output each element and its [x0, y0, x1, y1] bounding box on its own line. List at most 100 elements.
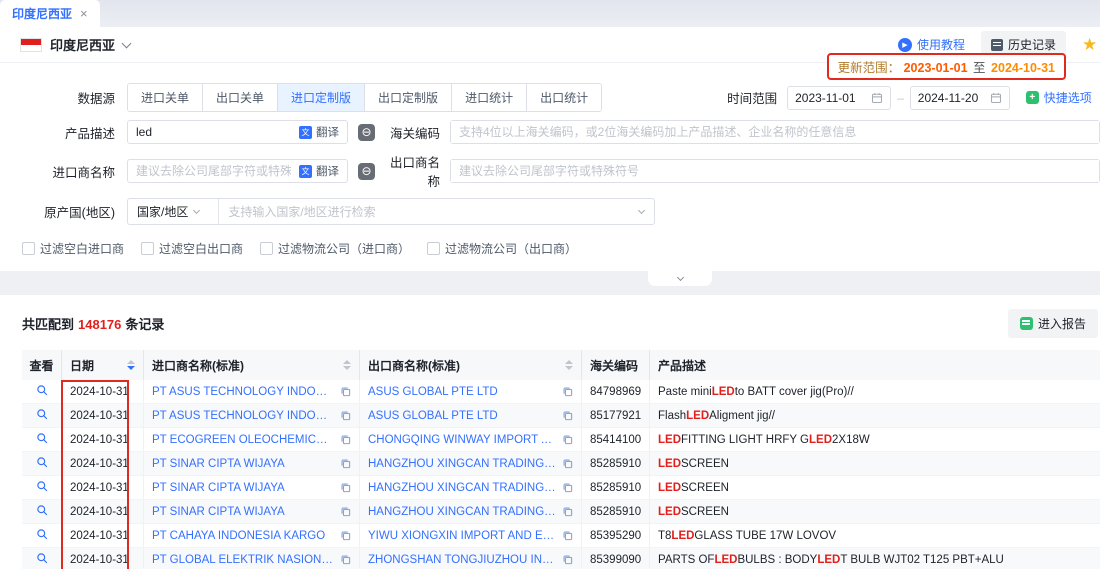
calendar-icon [990, 92, 1002, 104]
section-divider [0, 271, 1100, 295]
copy-icon[interactable] [334, 554, 351, 565]
cell-hs-code: 85285910 [582, 500, 650, 523]
col-exporter[interactable]: 出口商名称(标准) [360, 350, 582, 380]
checkbox-icon[interactable] [427, 242, 440, 255]
copy-icon[interactable] [556, 482, 573, 493]
exclude-toggle-icon[interactable]: ⊖ [358, 124, 375, 141]
cell-exporter[interactable]: YIWU XIONGXIN IMPORT AND EXPORT... [360, 524, 582, 547]
translate-button[interactable]: 文 翻译 [299, 124, 347, 140]
indonesia-flag-icon [20, 38, 42, 52]
filter-checkbox[interactable]: 过滤空白进口商 [22, 240, 124, 257]
sort-icon [119, 360, 135, 370]
copy-icon[interactable] [334, 458, 351, 469]
date-from-input[interactable]: 2023-11-01 [787, 86, 891, 110]
page-tab-label: 印度尼西亚 [12, 5, 72, 22]
cell-importer[interactable]: PT SINAR CIPTA WIJAYA [144, 500, 360, 523]
cell-exporter[interactable]: CHONGQING WINWAY IMPORT AND E... [360, 428, 582, 451]
enter-report-button[interactable]: 进入报告 [1008, 309, 1098, 338]
filter-checkbox[interactable]: 过滤空白出口商 [141, 240, 243, 257]
copy-icon[interactable] [334, 530, 351, 541]
copy-icon[interactable] [334, 410, 351, 421]
copy-icon[interactable] [556, 506, 573, 517]
table-row: 2024-10-31PT ASUS TECHNOLOGY INDONESIA B… [22, 380, 1100, 404]
translate-label: 翻译 [316, 163, 339, 179]
view-record-button[interactable] [22, 476, 62, 499]
results-table: 查看 日期 进口商名称(标准) 出口商名称(标准) 海关编码 产品描述 2024… [22, 350, 1100, 569]
cell-importer[interactable]: PT ASUS TECHNOLOGY INDONESIA BA... [144, 404, 360, 427]
view-record-button[interactable] [22, 500, 62, 523]
page-tab-indonesia[interactable]: 印度尼西亚 × [0, 0, 100, 27]
close-icon[interactable]: × [80, 6, 88, 21]
copy-icon[interactable] [556, 410, 573, 421]
copy-icon[interactable] [556, 530, 573, 541]
star-icon[interactable]: ★ [1082, 35, 1096, 55]
filter-checkbox[interactable]: 过滤物流公司（进口商） [260, 240, 410, 257]
data-source-tab[interactable]: 进口关单 [128, 84, 203, 111]
copy-icon[interactable] [334, 506, 351, 517]
cell-exporter[interactable]: HANGZHOU XINGCAN TRADING CO LTD [360, 500, 582, 523]
cell-importer[interactable]: PT SINAR CIPTA WIJAYA [144, 476, 360, 499]
view-record-button[interactable] [22, 524, 62, 547]
cell-importer[interactable]: PT ASUS TECHNOLOGY INDONESIA BA... [144, 380, 360, 403]
chevron-down-icon[interactable] [638, 207, 645, 214]
cell-importer[interactable]: PT GLOBAL ELEKTRIK NASIONAL [144, 548, 360, 569]
checkbox-icon[interactable] [141, 242, 154, 255]
cell-exporter[interactable]: ASUS GLOBAL PTE LTD [360, 404, 582, 427]
view-record-button[interactable] [22, 428, 62, 451]
copy-icon[interactable] [334, 386, 351, 397]
importer-input[interactable] [128, 160, 299, 182]
view-record-button[interactable] [22, 548, 62, 569]
cell-exporter[interactable]: HANGZHOU XINGCAN TRADING CO LTD [360, 452, 582, 475]
copy-icon[interactable] [334, 434, 351, 445]
filter-checkbox[interactable]: 过滤物流公司（出口商） [427, 240, 577, 257]
collapse-panel-button[interactable] [648, 271, 712, 286]
cell-exporter[interactable]: ZHONGSHAN TONGJIUZHOU INTERNA... [360, 548, 582, 569]
cell-product-desc: PARTS OF LED BULBS : BODY LED T BULB WJT… [650, 548, 1100, 569]
cell-importer[interactable]: PT SINAR CIPTA WIJAYA [144, 452, 360, 475]
col-importer[interactable]: 进口商名称(标准) [144, 350, 360, 380]
search-icon [36, 408, 48, 423]
cell-hs-code: 85414100 [582, 428, 650, 451]
date-range-dash: – [897, 91, 904, 105]
view-record-button[interactable] [22, 380, 62, 403]
checkbox-icon[interactable] [260, 242, 273, 255]
product-desc-input[interactable] [128, 121, 299, 143]
copy-icon[interactable] [556, 554, 573, 565]
hs-code-input[interactable] [451, 121, 1099, 143]
view-record-button[interactable] [22, 404, 62, 427]
checkbox-icon[interactable] [22, 242, 35, 255]
app-window: 印度尼西亚 × 印度尼西亚 ▶ 使用教程 历史记录 ★ 更新范围： 2023-0… [0, 0, 1100, 569]
copy-icon[interactable] [556, 458, 573, 469]
origin-type-select[interactable]: 国家/地区 [128, 199, 219, 224]
cell-importer[interactable]: PT CAHAYA INDONESIA KARGO [144, 524, 360, 547]
country-selector[interactable]: 印度尼西亚 [50, 35, 115, 54]
cell-exporter[interactable]: ASUS GLOBAL PTE LTD [360, 380, 582, 403]
data-source-tab[interactable]: 进口统计 [452, 84, 527, 111]
tutorial-link[interactable]: ▶ 使用教程 [898, 36, 965, 53]
filter-label: 过滤物流公司（出口商） [445, 240, 577, 257]
exclude-toggle-icon[interactable]: ⊖ [358, 163, 375, 180]
chevron-down-icon [676, 274, 683, 281]
exporter-input[interactable] [451, 160, 1099, 182]
copy-icon[interactable] [334, 482, 351, 493]
cell-exporter[interactable]: HANGZHOU XINGCAN TRADING CO LTD [360, 476, 582, 499]
col-date[interactable]: 日期 [62, 350, 144, 380]
data-source-tab[interactable]: 出口关单 [203, 84, 278, 111]
date-from-value: 2023-11-01 [795, 91, 856, 105]
view-record-button[interactable] [22, 452, 62, 475]
cell-importer[interactable]: PT ECOGREEN OLEOCHEMICALS [144, 428, 360, 451]
cell-date: 2024-10-31 [62, 404, 144, 427]
copy-icon[interactable] [556, 434, 573, 445]
data-source-tab[interactable]: 出口定制版 [365, 84, 452, 111]
cell-hs-code: 85399090 [582, 548, 650, 569]
data-source-tab[interactable]: 进口定制版 [278, 84, 365, 111]
copy-icon[interactable] [556, 386, 573, 397]
quick-options-button[interactable]: + 快捷选项 [1026, 89, 1092, 106]
quick-options-label: 快捷选项 [1044, 89, 1092, 106]
chevron-down-icon[interactable] [122, 38, 132, 48]
origin-search-input[interactable] [219, 205, 639, 219]
data-source-tab[interactable]: 出口统计 [527, 84, 601, 111]
search-form: 更新范围： 2023-01-01 至 2024-10-31 数据源 进口关单出口… [0, 63, 1100, 257]
date-to-input[interactable]: 2024-11-20 [910, 86, 1010, 110]
translate-button[interactable]: 文 翻译 [299, 163, 347, 179]
